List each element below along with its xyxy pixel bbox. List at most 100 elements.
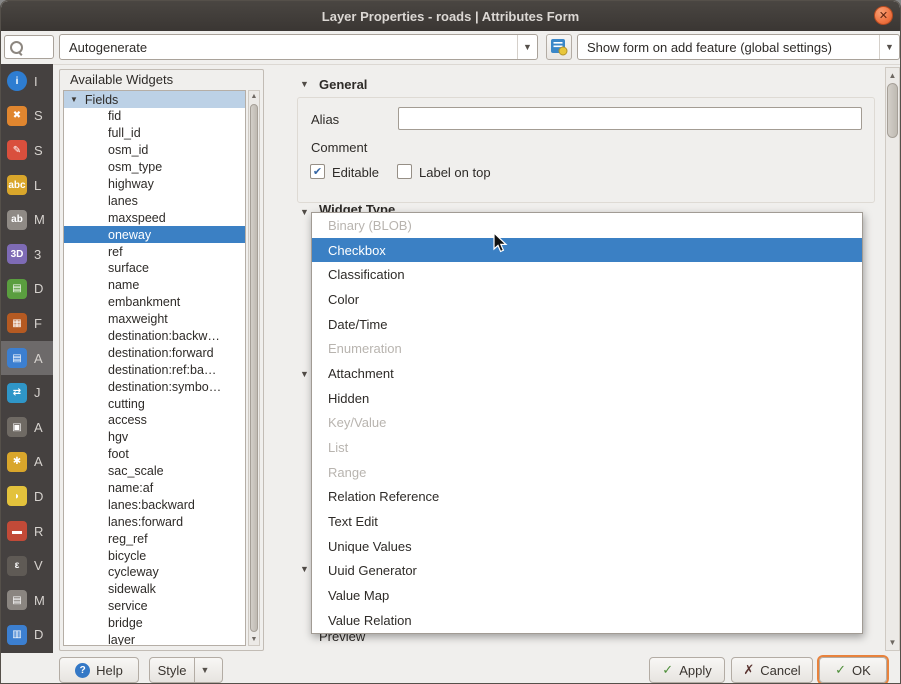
scroll-down-icon[interactable]: ▼ [249,636,259,643]
properties-search-input[interactable] [4,35,54,59]
widget-type-option[interactable]: Uuid Generator [312,559,862,584]
field-item[interactable]: destination:backw… [64,328,245,345]
field-item[interactable]: access [64,412,245,429]
diagrams-tab[interactable]: ▤ D [1,272,53,307]
field-item[interactable]: service [64,598,245,615]
widget-type-option-label: Attachment [328,366,394,381]
label-on-top-checkbox[interactable] [397,164,412,179]
scroll-up-icon[interactable]: ▲ [886,71,899,80]
dependencies-tab[interactable]: ▥ D [1,618,53,653]
widget-type-option[interactable]: Text Edit [312,509,862,534]
panel-scrollbar[interactable]: ▲ ▼ [885,67,900,651]
scrollbar-thumb[interactable] [887,83,898,138]
collapse-arrow-icon[interactable]: ▼ [300,564,309,574]
auxiliary-storage-tab[interactable]: ▣ A [1,410,53,445]
field-item[interactable]: lanes [64,192,245,209]
cancel-button[interactable]: ✗ Cancel [731,657,813,683]
field-item[interactable]: reg_ref [64,530,245,547]
widget-type-option[interactable]: Key/Value [312,411,862,436]
close-icon[interactable]: ✕ [874,6,893,25]
field-item[interactable]: hgv [64,429,245,446]
field-item[interactable]: bicycle [64,547,245,564]
scroll-down-icon[interactable]: ▼ [886,638,899,647]
alias-input[interactable] [398,107,862,130]
labels-tab[interactable]: abc L [1,168,53,203]
form-settings-button[interactable] [546,34,572,60]
display-tab[interactable]: ◗ D [1,479,53,514]
expand-arrow-icon[interactable]: ▼ [70,95,78,104]
field-item[interactable]: sac_scale [64,463,245,480]
widget-type-option[interactable]: Binary (BLOB) [312,213,862,238]
field-item[interactable]: fid [64,108,245,125]
variables-tab[interactable]: ε V [1,548,53,583]
field-item[interactable]: surface [64,260,245,277]
field-item[interactable]: oneway [64,226,245,243]
field-item[interactable]: sidewalk [64,581,245,598]
field-item[interactable]: bridge [64,615,245,632]
form-layout-combobox[interactable]: Autogenerate ▼ [59,34,538,60]
field-item[interactable]: destination:symbo… [64,378,245,395]
widget-type-option[interactable]: Relation Reference [312,485,862,510]
field-item[interactable]: osm_type [64,159,245,176]
field-item[interactable]: maxspeed [64,209,245,226]
field-item[interactable]: foot [64,446,245,463]
field-item[interactable]: cycleway [64,564,245,581]
apply-button[interactable]: ✓ Apply [649,657,725,683]
widget-type-option[interactable]: Value Relation [312,608,862,633]
collapse-arrow-icon[interactable]: ▼ [300,207,309,217]
actions-tab[interactable]: ✱ A [1,445,53,480]
tree-root-fields[interactable]: ▼ Fields [64,91,245,108]
field-item[interactable]: name [64,277,245,294]
help-button[interactable]: ? Help [59,657,139,683]
widget-type-option[interactable]: Unique Values [312,534,862,559]
field-item[interactable]: name:af [64,480,245,497]
source-tab[interactable]: ✖ S [1,99,53,134]
field-item[interactable]: lanes:backward [64,496,245,513]
widget-type-option[interactable]: List [312,435,862,460]
ok-button[interactable]: ✓ OK [819,657,887,683]
symbology-tab[interactable]: ✎ S [1,133,53,168]
cancel-cross-icon: ✗ [743,662,754,678]
joins-tab[interactable]: ⇄ J [1,375,53,410]
information-tab[interactable]: i I [1,64,53,99]
rendering-tab[interactable]: ▬ R [1,514,53,549]
widget-type-option[interactable]: Attachment [312,361,862,386]
apply-check-icon: ✓ [662,662,673,678]
view-3d-tab[interactable]: 3D 3 [1,237,53,272]
attributes-form-tab[interactable]: ▤ A [1,341,53,376]
widget-type-option[interactable]: Classification [312,262,862,287]
field-item[interactable]: destination:forward [64,344,245,361]
fields-tab[interactable]: ▦ F [1,306,53,341]
show-form-combobox[interactable]: Show form on add feature (global setting… [577,34,900,60]
collapse-arrow-icon[interactable]: ▼ [300,79,309,89]
masks-tab[interactable]: ab M [1,202,53,237]
widget-type-option[interactable]: Value Map [312,583,862,608]
widget-type-option[interactable]: Hidden [312,386,862,411]
titlebar[interactable]: Layer Properties - roads | Attributes Fo… [1,1,900,31]
widget-type-option[interactable]: Date/Time [312,312,862,337]
fields-scrollbar[interactable]: ▲ ▼ [248,90,260,646]
widget-type-option[interactable]: Enumeration [312,336,862,361]
field-item[interactable]: osm_id [64,142,245,159]
field-item[interactable]: layer [64,632,245,646]
widget-type-option[interactable]: Range [312,460,862,485]
field-item-label: fid [108,109,121,123]
field-item[interactable]: maxweight [64,311,245,328]
field-item[interactable]: full_id [64,125,245,142]
collapse-arrow-icon[interactable]: ▼ [300,369,309,379]
field-item[interactable]: ref [64,243,245,260]
editable-checkbox[interactable]: ✔ [310,164,325,179]
scroll-up-icon[interactable]: ▲ [249,93,259,100]
scrollbar-thumb[interactable] [250,104,258,632]
metadata-tab[interactable]: ▤ M [1,583,53,618]
field-item[interactable]: lanes:forward [64,513,245,530]
field-item[interactable]: highway [64,176,245,193]
field-item[interactable]: embankment [64,294,245,311]
field-item[interactable]: cutting [64,395,245,412]
widget-type-option[interactable]: Color [312,287,862,312]
style-button[interactable]: Style ▼ [149,657,223,683]
widget-type-option[interactable]: Checkbox [312,238,862,263]
field-item[interactable]: destination:ref:ba… [64,361,245,378]
chevron-down-icon[interactable]: ▼ [194,658,214,682]
form-layout-value: Autogenerate [69,40,147,55]
